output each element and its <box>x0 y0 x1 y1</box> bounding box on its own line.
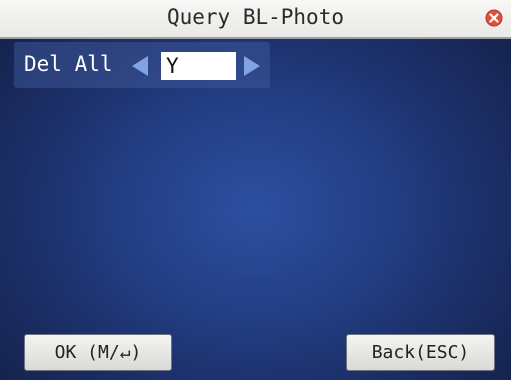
device-screen: Query BL-Photo Del All Y OK (M/↵) Back(E… <box>0 0 511 380</box>
right-arrow-icon[interactable] <box>244 56 260 76</box>
title-bar: Query BL-Photo <box>0 0 511 39</box>
back-button[interactable]: Back(ESC) <box>346 334 495 371</box>
window-title: Query BL-Photo <box>166 5 344 29</box>
close-icon[interactable] <box>485 9 503 27</box>
del-all-label: Del All <box>24 52 113 76</box>
del-all-setting-row: Del All Y <box>14 42 270 88</box>
del-all-value-field[interactable]: Y <box>161 52 236 80</box>
left-arrow-icon[interactable] <box>132 56 148 76</box>
del-all-value: Y <box>166 54 179 78</box>
ok-button[interactable]: OK (M/↵) <box>24 334 172 371</box>
